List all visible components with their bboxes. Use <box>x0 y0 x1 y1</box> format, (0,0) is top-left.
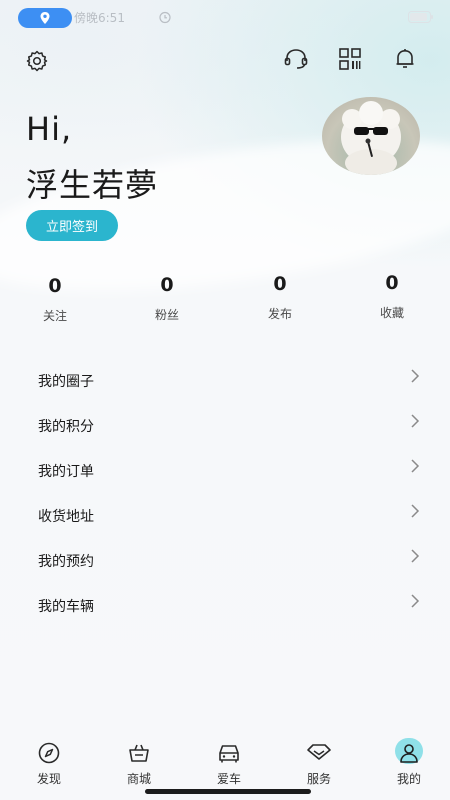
stat-following-label: 关注 <box>42 309 67 323</box>
menu-item-label: 我的订单 <box>38 464 94 480</box>
bell-icon <box>396 49 414 68</box>
nav-label: 发现 <box>36 772 61 786</box>
menu-item-orders[interactable]: 我的订单 <box>0 450 450 490</box>
qr-code-icon <box>339 48 361 70</box>
status-bar: 傍晚6:51 <box>0 0 450 34</box>
status-time: 傍晚6:51 <box>74 11 125 25</box>
menu-item-address[interactable]: 收货地址 <box>0 495 450 535</box>
stat-followers[interactable]: 0 粉丝 <box>127 272 207 323</box>
service-icon <box>307 744 331 760</box>
chevron-right-icon <box>411 459 420 473</box>
nav-label: 我的 <box>396 772 421 786</box>
avatar[interactable] <box>322 97 420 175</box>
greeting-text: Hi, <box>26 110 73 148</box>
chevron-right-icon <box>411 414 420 428</box>
nav-mine[interactable]: 我的 <box>379 738 439 787</box>
nav-label: 服务 <box>306 772 331 786</box>
nav-discover[interactable]: 发现 <box>19 740 79 787</box>
menu-item-label: 我的积分 <box>38 419 94 435</box>
menu-item-label: 收货地址 <box>38 509 94 525</box>
scan-button[interactable] <box>337 46 363 72</box>
stat-followers-value: 0 <box>160 274 174 296</box>
nav-label: 商城 <box>126 772 151 786</box>
checkin-button[interactable]: 立即签到 <box>26 210 118 241</box>
alarm-icon <box>159 11 171 24</box>
nav-mall[interactable]: 商城 <box>109 740 169 787</box>
chevron-right-icon <box>411 369 420 383</box>
chevron-right-icon <box>411 549 420 563</box>
headset-icon <box>284 49 308 69</box>
notification-button[interactable] <box>392 46 418 72</box>
username: 浮生若夢 <box>26 166 159 204</box>
home-indicator[interactable] <box>145 789 311 794</box>
chevron-right-icon <box>411 594 420 608</box>
car-icon <box>219 745 239 763</box>
stat-following[interactable]: 0 关注 <box>15 273 95 324</box>
nav-service[interactable]: 服务 <box>289 740 349 787</box>
gear-icon <box>26 50 48 72</box>
stat-following-value: 0 <box>48 275 62 297</box>
menu-item-label: 我的车辆 <box>38 599 94 615</box>
menu-item-label: 我的圈子 <box>38 374 94 390</box>
stat-posts-label: 发布 <box>267 307 292 321</box>
location-pin-icon <box>40 12 50 24</box>
nav-label: 爱车 <box>216 772 241 786</box>
menu-item-label: 我的预约 <box>38 554 94 570</box>
stat-favorites-label: 收藏 <box>379 306 404 320</box>
avatar-image <box>341 101 401 175</box>
shopping-basket-icon <box>129 744 149 762</box>
menu-item-appointments[interactable]: 我的预约 <box>0 540 450 580</box>
nav-my-car[interactable]: 爱车 <box>199 740 259 787</box>
location-indicator <box>18 8 72 28</box>
menu-item-circles[interactable]: 我的圈子 <box>0 360 450 400</box>
battery-icon <box>408 11 433 23</box>
settings-button[interactable] <box>24 48 50 74</box>
compass-icon <box>38 742 60 764</box>
chevron-right-icon <box>411 504 420 518</box>
stat-posts-value: 0 <box>273 273 287 295</box>
customer-service-button[interactable] <box>283 46 309 72</box>
menu-item-points[interactable]: 我的积分 <box>0 405 450 445</box>
menu-item-vehicles[interactable]: 我的车辆 <box>0 585 450 625</box>
stat-favorites[interactable]: 0 收藏 <box>352 270 432 321</box>
stat-followers-label: 粉丝 <box>154 308 179 322</box>
stat-posts[interactable]: 0 发布 <box>240 271 320 322</box>
stat-favorites-value: 0 <box>385 272 399 294</box>
user-icon <box>400 744 418 763</box>
